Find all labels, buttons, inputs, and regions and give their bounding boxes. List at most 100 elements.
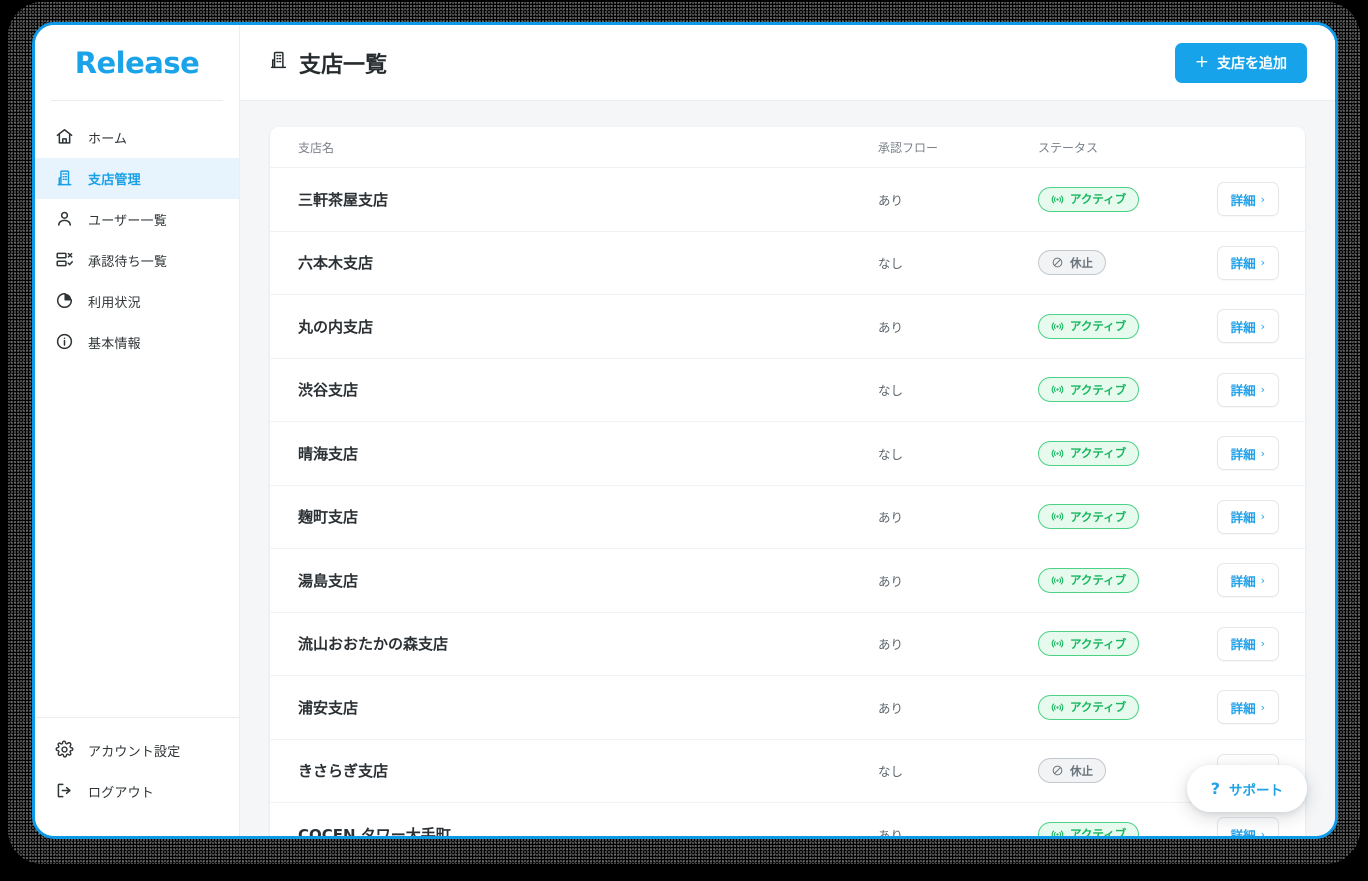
sidebar-item-usage[interactable]: 利用状況: [35, 281, 239, 322]
status-badge: アクティブ: [1038, 694, 1140, 720]
table-row[interactable]: 六本木支店 なし 休止 詳細 ›: [270, 232, 1305, 295]
approval-flow-cell: なし: [878, 383, 904, 399]
table-row[interactable]: 渋谷支店 なし アクティブ 詳細 ›: [270, 359, 1305, 422]
branch-name-cell: 麹町支店: [298, 508, 359, 527]
sidebar-item-user-list[interactable]: ユーザー一覧: [35, 199, 239, 240]
branch-name-cell: COCEN タワー大手町: [298, 825, 451, 836]
action-cell: 詳細 ›: [1193, 499, 1279, 534]
building-icon: [268, 49, 289, 76]
broadcast-icon: [1051, 193, 1064, 206]
branch-name-cell: 晴海支店: [298, 444, 359, 463]
table-header-row: 支店名 承認フロー ステータス: [270, 127, 1305, 168]
detail-button[interactable]: 詳細 ›: [1216, 436, 1279, 471]
status-badge: アクティブ: [1038, 186, 1140, 212]
broadcast-icon: [1051, 574, 1064, 587]
table-row[interactable]: 浦安支店 あり アクティブ 詳細 ›: [270, 676, 1305, 740]
broadcast-icon: [1051, 383, 1064, 396]
approval-flow-cell: あり: [878, 637, 904, 653]
sidebar-item-branch-management[interactable]: 支店管理: [35, 158, 239, 199]
status-badge-label: アクティブ: [1070, 573, 1127, 588]
detail-button-label: 詳細: [1230, 700, 1256, 716]
info-icon: [55, 332, 74, 354]
logout-icon: [55, 781, 74, 803]
prohibited-icon: [1051, 764, 1064, 777]
status-badge-label: アクティブ: [1070, 509, 1127, 524]
approval-flow-cell: あり: [878, 319, 904, 335]
status-badge: 休止: [1038, 250, 1106, 276]
table-row[interactable]: 丸の内支店 あり アクティブ 詳細 ›: [270, 295, 1305, 359]
approval-flow-cell: なし: [878, 764, 904, 780]
approval-flow-cell: あり: [878, 510, 904, 526]
sidebar-item-logout[interactable]: ログアウト: [35, 771, 239, 812]
detail-button[interactable]: 詳細 ›: [1216, 563, 1279, 598]
approval-flow-cell: あり: [878, 573, 904, 589]
detail-button[interactable]: 詳細 ›: [1216, 309, 1279, 344]
sidebar-nav: ホーム 支店管理 ユーザー一覧 承認待ち一覧 利用状況 基本情報: [35, 101, 239, 363]
broadcast-icon: [1051, 447, 1064, 460]
status-badge-label: アクティブ: [1070, 636, 1127, 651]
status-badge: アクティブ: [1038, 313, 1140, 339]
table-row[interactable]: 湯島支店 あり アクティブ 詳細 ›: [270, 549, 1305, 613]
status-badge: アクティブ: [1038, 377, 1140, 403]
status-badge-label: アクティブ: [1070, 700, 1127, 715]
sidebar-item-pending-approvals[interactable]: 承認待ち一覧: [35, 240, 239, 281]
detail-button[interactable]: 詳細 ›: [1216, 817, 1279, 836]
detail-button-label: 詳細: [1230, 827, 1256, 836]
sidebar-item-label: 基本情報: [88, 337, 141, 352]
question-mark-icon: ?: [1210, 779, 1220, 798]
chevron-right-icon: ›: [1260, 573, 1265, 587]
table-row[interactable]: 晴海支店 なし アクティブ 詳細 ›: [270, 422, 1305, 486]
status-badge: アクティブ: [1038, 567, 1140, 593]
table-row[interactable]: 麹町支店 あり アクティブ 詳細 ›: [270, 486, 1305, 549]
detail-button[interactable]: 詳細 ›: [1216, 690, 1279, 725]
detail-button-label: 詳細: [1230, 192, 1256, 208]
sidebar-item-label: ホーム: [88, 132, 128, 147]
status-badge-label: アクティブ: [1070, 446, 1127, 461]
column-header-flow: 承認フロー: [878, 140, 939, 155]
detail-button[interactable]: 詳細 ›: [1216, 372, 1279, 407]
add-branch-button[interactable]: + 支店を追加: [1174, 42, 1307, 83]
approval-flow-cell: なし: [878, 256, 904, 272]
content-area: 支店名 承認フロー ステータス 三軒茶屋支店 あり アクティブ 詳細 › 六本木支店 なし休…: [240, 101, 1335, 836]
logo-text: Release: [74, 45, 200, 80]
chevron-right-icon: ›: [1260, 192, 1265, 206]
table-row[interactable]: COCEN タワー大手町 あり アクティブ 詳細 ›: [270, 803, 1305, 836]
support-button[interactable]: ? サポート: [1186, 765, 1307, 812]
detail-button-label: 詳細: [1230, 637, 1256, 653]
branch-name-cell: きさらぎ支店: [298, 762, 389, 781]
branch-name-cell: 丸の内支店: [298, 317, 374, 336]
table-row[interactable]: 三軒茶屋支店 あり アクティブ 詳細 ›: [270, 168, 1305, 232]
detail-button[interactable]: 詳細 ›: [1216, 626, 1279, 661]
table-row[interactable]: 流山おおたかの森支店 あり アクティブ 詳細 ›: [270, 613, 1305, 676]
status-cell: アクティブ: [1038, 504, 1193, 530]
status-cell: アクティブ: [1038, 377, 1193, 403]
sidebar-item-home[interactable]: ホーム: [35, 117, 239, 158]
detail-button-label: 詳細: [1230, 256, 1256, 272]
status-badge-label: 休止: [1070, 763, 1093, 778]
detail-button[interactable]: 詳細 ›: [1216, 499, 1279, 534]
status-badge-label: アクティブ: [1070, 827, 1127, 836]
branch-name-cell: 三軒茶屋支店: [298, 190, 389, 209]
branch-table: 支店名 承認フロー ステータス 三軒茶屋支店 あり アクティブ 詳細 › 六本木支店 なし休…: [270, 127, 1305, 836]
broadcast-icon: [1051, 320, 1064, 333]
approval-flow-cell: あり: [878, 827, 904, 836]
page-title-text: 支店一覧: [299, 52, 388, 78]
table-body: 三軒茶屋支店 あり アクティブ 詳細 › 六本木支店 なし 休止 詳細 › 丸の内支店 あり アクティブ…: [270, 168, 1305, 836]
page-title: 支店一覧: [268, 47, 387, 79]
detail-button-label: 詳細: [1230, 319, 1256, 335]
logo[interactable]: Release: [51, 25, 223, 101]
detail-button[interactable]: 詳細 ›: [1216, 245, 1279, 280]
prohibited-icon: [1051, 256, 1064, 269]
table-row[interactable]: きさらぎ支店なし休止詳細›: [270, 740, 1305, 803]
status-cell: アクティブ: [1038, 631, 1193, 657]
page-header: 支店一覧 + 支店を追加: [240, 25, 1335, 101]
status-badge: アクティブ: [1038, 440, 1140, 466]
status-badge: アクティブ: [1038, 821, 1140, 836]
sidebar-item-account-settings[interactable]: アカウント設定: [35, 730, 239, 771]
support-label: サポート: [1229, 782, 1283, 799]
sidebar-item-basic-info[interactable]: 基本情報: [35, 322, 239, 363]
action-cell: 詳細 ›: [1193, 309, 1279, 344]
branch-name-cell: 湯島支店: [298, 571, 359, 590]
detail-button[interactable]: 詳細 ›: [1216, 182, 1279, 217]
